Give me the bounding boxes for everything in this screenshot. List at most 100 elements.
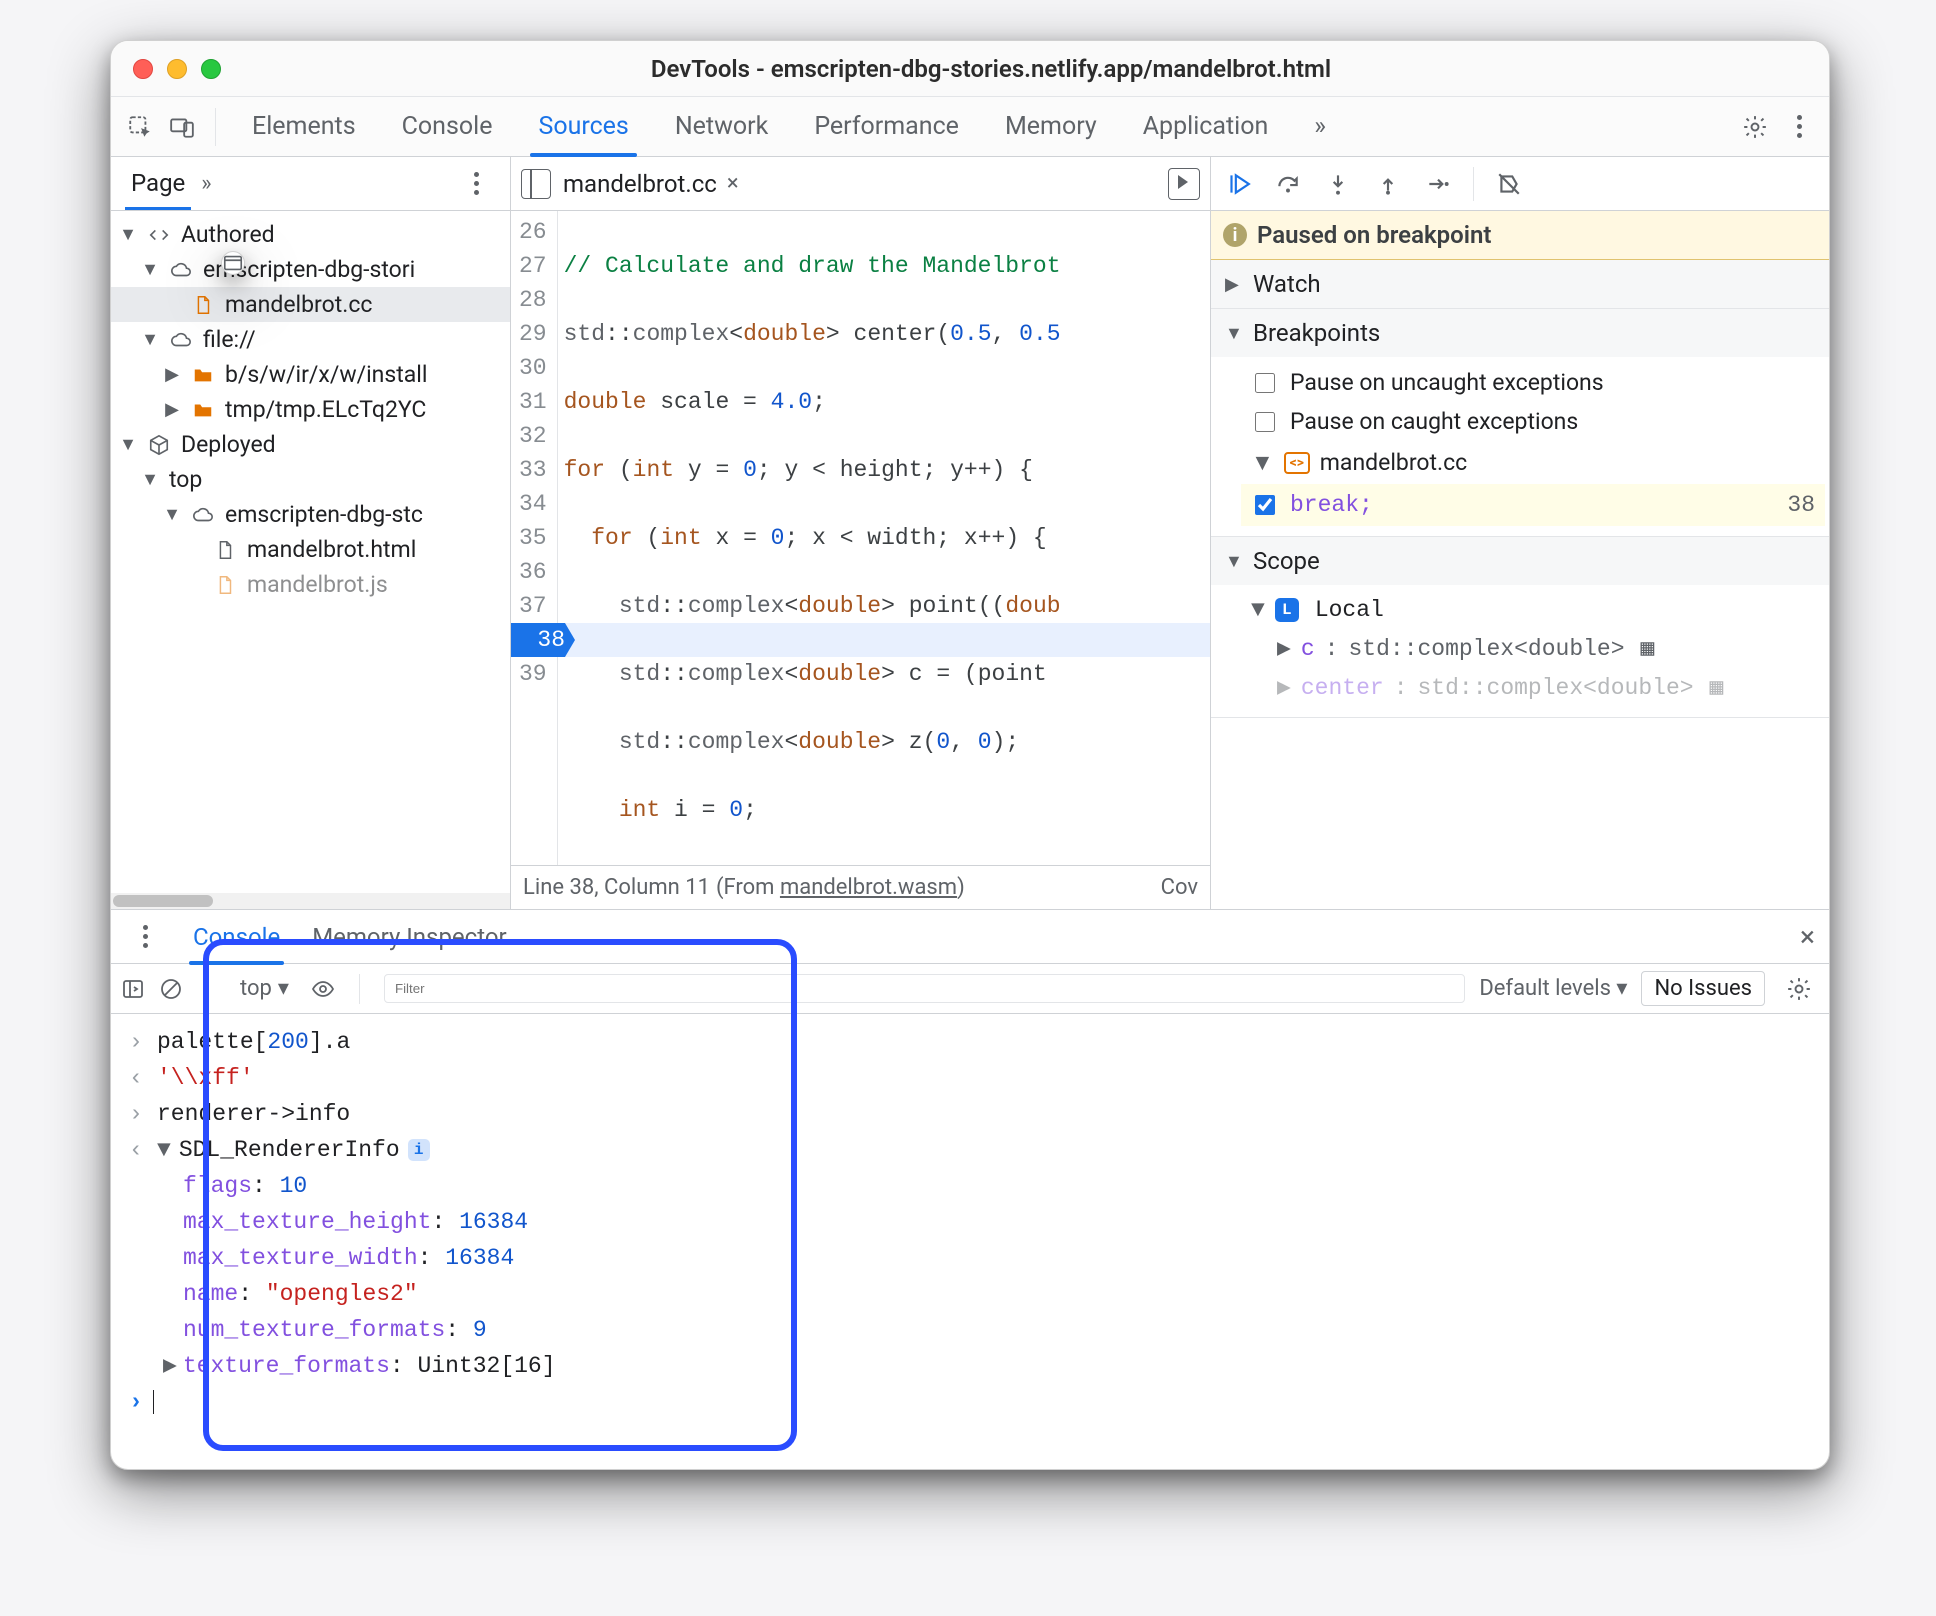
execution-context-selector[interactable]: top▾ xyxy=(232,974,297,1003)
obj-kv-texture-formats[interactable]: ▶texture_formats: Uint32[16] xyxy=(129,1348,1811,1384)
memory-icon[interactable]: ▦ xyxy=(1710,674,1724,701)
code-editor[interactable]: 38 2627282930313233343536373839 // Calcu… xyxy=(511,211,1210,865)
drawer-tab-memory-inspector[interactable]: Memory Inspector xyxy=(308,911,510,963)
breakpoints-header[interactable]: ▼Breakpoints xyxy=(1211,309,1829,357)
step-out-icon[interactable] xyxy=(1373,169,1403,199)
navigator-tab-page[interactable]: Page xyxy=(125,157,191,210)
pause-caught-checkbox[interactable]: Pause on caught exceptions xyxy=(1251,402,1815,441)
tree-label: Deployed xyxy=(181,431,276,458)
live-expression-icon[interactable] xyxy=(311,977,335,1001)
console-sidebar-toggle-icon[interactable] xyxy=(121,977,145,1001)
pause-uncaught-checkbox[interactable]: Pause on uncaught exceptions xyxy=(1251,363,1815,402)
inspect-element-icon[interactable] xyxy=(121,108,159,146)
line-gutter[interactable]: 2627282930313233343536373839 xyxy=(511,211,558,865)
tree-authored[interactable]: ▼Authored xyxy=(111,217,510,252)
settings-gear-icon[interactable] xyxy=(1735,107,1775,147)
tree-file-html[interactable]: mandelbrot.html xyxy=(111,532,510,567)
toggle-navigator-icon[interactable] xyxy=(521,169,551,199)
scope-section: ▼Scope ▼LLocal ▶c: std::complex<double>▦… xyxy=(1211,537,1829,718)
tab-network[interactable]: Network xyxy=(667,98,776,155)
breakpoint-toggle[interactable] xyxy=(1255,495,1275,515)
navigator-panel: Page » ▼Authored ▼emscripten-dbg-stori m… xyxy=(111,157,511,909)
scope-header[interactable]: ▼Scope xyxy=(1211,537,1829,585)
cloud-icon xyxy=(169,328,193,352)
tree-top-frame[interactable]: ▼top xyxy=(111,462,510,497)
tree-folder-1[interactable]: ▶b/s/w/ir/x/w/install xyxy=(111,357,510,392)
tree-file-mandelbrot-cc[interactable]: mandelbrot.cc xyxy=(111,287,510,322)
folder-icon xyxy=(191,398,215,422)
file-doc-icon xyxy=(213,538,237,562)
close-tab-icon[interactable]: × xyxy=(727,171,739,196)
run-snippet-icon[interactable] xyxy=(1168,168,1200,200)
window-title: DevTools - emscripten-dbg-stories.netlif… xyxy=(243,55,1829,83)
local-badge-icon: L xyxy=(1275,598,1299,622)
tree-label: Authored xyxy=(181,221,275,248)
log-levels-selector[interactable]: Default levels ▾ xyxy=(1479,976,1627,1001)
step-icon[interactable] xyxy=(1423,169,1453,199)
navigator-header: Page » xyxy=(111,157,510,211)
step-into-icon[interactable] xyxy=(1323,169,1353,199)
navigator-tabs-overflow[interactable]: » xyxy=(201,171,211,196)
scope-var-c[interactable]: ▶c: std::complex<double>▦ xyxy=(1251,629,1815,668)
step-over-icon[interactable] xyxy=(1273,169,1303,199)
watch-section: ▶Watch xyxy=(1211,260,1829,309)
breakpoint-file-row[interactable]: ▼<>mandelbrot.cc xyxy=(1251,441,1815,484)
tree-site-authored[interactable]: ▼emscripten-dbg-stori xyxy=(111,252,510,287)
issues-button[interactable]: No Issues xyxy=(1641,971,1765,1006)
window-controls xyxy=(111,59,243,79)
console-output[interactable]: ›palette[200].a ‹'\\xff' ›renderer->info… xyxy=(111,1014,1829,1469)
tree-deployed[interactable]: ▼Deployed xyxy=(111,427,510,462)
tab-elements[interactable]: Elements xyxy=(244,98,364,155)
zoom-window-button[interactable] xyxy=(201,59,221,79)
tree-horizontal-scrollbar[interactable] xyxy=(111,893,510,909)
tree-file-js[interactable]: mandelbrot.js xyxy=(111,567,510,602)
execution-line-highlight xyxy=(511,623,1210,657)
tree-label: b/s/w/ir/x/w/install xyxy=(225,361,427,388)
frame-icon xyxy=(221,251,245,275)
main-toolbar: Elements Console Sources Network Perform… xyxy=(111,97,1829,157)
more-menu-icon[interactable] xyxy=(1779,107,1819,147)
cube-icon xyxy=(147,433,171,457)
watch-header[interactable]: ▶Watch xyxy=(1211,260,1829,308)
close-window-button[interactable] xyxy=(133,59,153,79)
device-toolbar-icon[interactable] xyxy=(163,108,201,146)
tab-console[interactable]: Console xyxy=(394,98,501,155)
tree-label: mandelbrot.html xyxy=(247,536,416,563)
drawer-close-icon[interactable]: × xyxy=(1800,920,1815,953)
cloud-icon xyxy=(169,258,193,282)
tree-folder-2[interactable]: ▶tmp/tmp.ELcTq2YC xyxy=(111,392,510,427)
tabs-overflow[interactable]: » xyxy=(1306,98,1334,155)
breakpoint-entry[interactable]: break; 38 xyxy=(1241,484,1825,526)
tree-file-scheme[interactable]: ▼file:// xyxy=(111,322,510,357)
console-settings-icon[interactable] xyxy=(1779,969,1819,1009)
tab-application[interactable]: Application xyxy=(1135,98,1277,155)
drawer-tab-console[interactable]: Console xyxy=(189,911,284,963)
resume-icon[interactable] xyxy=(1223,169,1253,199)
console-output-2-header[interactable]: ‹▼ SDL_RendererInfo i xyxy=(129,1132,1811,1168)
breakpoint-line-marker[interactable]: 38 xyxy=(511,623,575,657)
tree-label: mandelbrot.cc xyxy=(225,291,372,318)
tree-site-deployed[interactable]: ▼emscripten-dbg-stc xyxy=(111,497,510,532)
info-chip-icon[interactable]: i xyxy=(408,1139,430,1161)
tab-sources[interactable]: Sources xyxy=(530,98,636,155)
clear-console-icon[interactable] xyxy=(159,977,183,1001)
scope-local-row[interactable]: ▼LLocal xyxy=(1251,591,1815,629)
editor-header: mandelbrot.cc × xyxy=(511,157,1210,211)
console-input-1: ›palette[200].a xyxy=(129,1024,1811,1060)
navigator-more-icon[interactable] xyxy=(456,164,496,204)
minimize-window-button[interactable] xyxy=(167,59,187,79)
console-toolbar: top▾ Default levels ▾ No Issues xyxy=(111,964,1829,1014)
scope-var-center[interactable]: ▶center: std::complex<double>▦ xyxy=(1251,668,1815,707)
obj-kv-max-texture-height: max_texture_height: 16384 xyxy=(129,1204,1811,1240)
source-chip-icon: <> xyxy=(1284,452,1310,474)
console-filter-input[interactable] xyxy=(384,974,1465,1003)
editor-tab[interactable]: mandelbrot.cc × xyxy=(563,170,739,198)
console-prompt[interactable]: › xyxy=(129,1384,1811,1420)
deactivate-breakpoints-icon[interactable] xyxy=(1494,169,1524,199)
memory-icon[interactable]: ▦ xyxy=(1641,635,1655,662)
source-code[interactable]: // Calculate and draw the Mandelbrot std… xyxy=(558,211,1210,865)
tab-memory[interactable]: Memory xyxy=(997,98,1105,155)
drawer-more-icon[interactable] xyxy=(125,917,165,957)
drawer-tabs: Console Memory Inspector × xyxy=(111,910,1829,964)
tab-performance[interactable]: Performance xyxy=(806,98,967,155)
